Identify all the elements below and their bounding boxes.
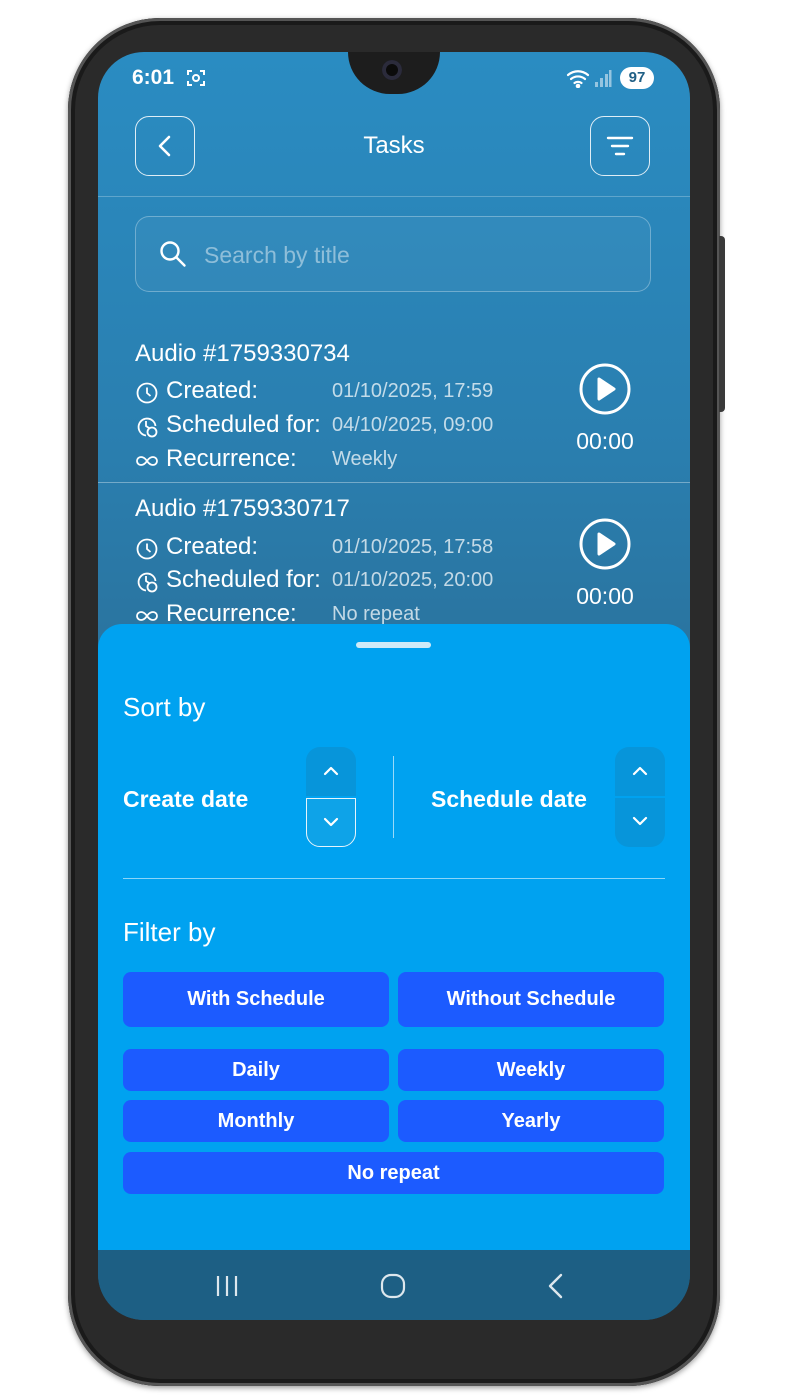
task-title: Audio #1759330734 (135, 340, 350, 367)
scheduled-value: 01/10/2025, 20:00 (332, 569, 494, 591)
status-time: 6:01 (132, 66, 175, 89)
back-nav-icon[interactable] (546, 1272, 566, 1300)
chevron-up-icon (632, 766, 648, 776)
sort-create-date-label: Create date (123, 786, 249, 812)
sort-by-title: Sort by (123, 692, 206, 722)
infinity-icon (136, 456, 158, 466)
screen: 6:01 97 Tasks Audio (98, 52, 690, 1320)
filter-weekly-button[interactable]: Weekly (398, 1049, 664, 1091)
created-value: 01/10/2025, 17:58 (332, 536, 494, 558)
screenshot-icon (187, 70, 205, 86)
filter-icon (606, 136, 634, 156)
recurrence-value: No repeat (332, 603, 420, 625)
chevron-down-icon (632, 816, 648, 826)
scheduled-value: 04/10/2025, 09:00 (332, 414, 494, 436)
scheduled-label: Scheduled for: (166, 411, 321, 438)
home-icon[interactable] (379, 1272, 407, 1300)
schedule-clock-icon (137, 417, 158, 438)
camera-icon (382, 60, 402, 80)
filter-button[interactable] (590, 116, 650, 176)
header-divider (98, 196, 690, 197)
recurrence-label: Recurrence: (166, 445, 297, 472)
task-item[interactable]: Audio #1759330734 Created: 01/10/2025, 1… (98, 340, 690, 490)
play-icon[interactable] (578, 362, 632, 416)
sort-schedule-desc-button[interactable] (615, 798, 665, 847)
recurrence-row: Recurrence: Weekly (135, 445, 555, 475)
scheduled-row: Scheduled for: 04/10/2025, 09:00 (135, 411, 555, 441)
recent-apps-icon[interactable] (214, 1274, 240, 1298)
sort-divider (393, 756, 394, 838)
created-label: Created: (166, 377, 259, 404)
task-item[interactable]: Audio #1759330717 Created: 01/10/2025, 1… (98, 495, 690, 645)
created-row: Created: 01/10/2025, 17:59 (135, 377, 555, 407)
clock-icon (136, 382, 158, 404)
wifi-icon (566, 70, 590, 88)
phone-side-button (719, 236, 725, 412)
scheduled-label: Scheduled for: (166, 566, 321, 593)
chevron-down-icon (323, 817, 339, 827)
created-row: Created: 01/10/2025, 17:58 (135, 533, 555, 563)
sort-schedule-date-label: Schedule date (431, 786, 587, 812)
schedule-clock-icon (137, 572, 158, 593)
sort-filter-sheet: Sort by Create date Schedule date Filter… (98, 624, 690, 1250)
filter-by-title: Filter by (123, 917, 216, 947)
section-divider (123, 878, 665, 879)
recurrence-value: Weekly (332, 448, 398, 470)
sort-create-asc-button[interactable] (306, 747, 356, 796)
filter-yearly-button[interactable]: Yearly (398, 1100, 664, 1142)
task-duration: 00:00 (576, 428, 634, 454)
sort-schedule-date-control (615, 747, 665, 847)
filter-without-schedule-button[interactable]: Without Schedule (398, 972, 664, 1027)
play-icon[interactable] (578, 517, 632, 571)
created-label: Created: (166, 533, 259, 560)
filter-daily-button[interactable]: Daily (123, 1049, 389, 1091)
search-icon (160, 241, 186, 267)
search-box[interactable] (135, 216, 651, 292)
task-title: Audio #1759330717 (135, 495, 350, 522)
chevron-up-icon (323, 766, 339, 776)
task-divider (98, 482, 690, 483)
battery-badge: 97 (620, 67, 654, 89)
sort-create-date-control (306, 747, 356, 847)
task-duration: 00:00 (576, 583, 634, 609)
sort-create-desc-button[interactable] (306, 798, 356, 847)
scheduled-row: Scheduled for: 01/10/2025, 20:00 (135, 566, 555, 596)
created-value: 01/10/2025, 17:59 (332, 380, 494, 402)
search-input[interactable] (202, 237, 626, 273)
filter-with-schedule-button[interactable]: With Schedule (123, 972, 389, 1027)
filter-no-repeat-button[interactable]: No repeat (123, 1152, 664, 1194)
signal-icon (595, 70, 612, 87)
system-nav-bar (98, 1250, 690, 1320)
sort-schedule-asc-button[interactable] (615, 747, 665, 796)
filter-monthly-button[interactable]: Monthly (123, 1100, 389, 1142)
clock-icon (136, 538, 158, 560)
sheet-drag-handle[interactable] (356, 642, 431, 648)
